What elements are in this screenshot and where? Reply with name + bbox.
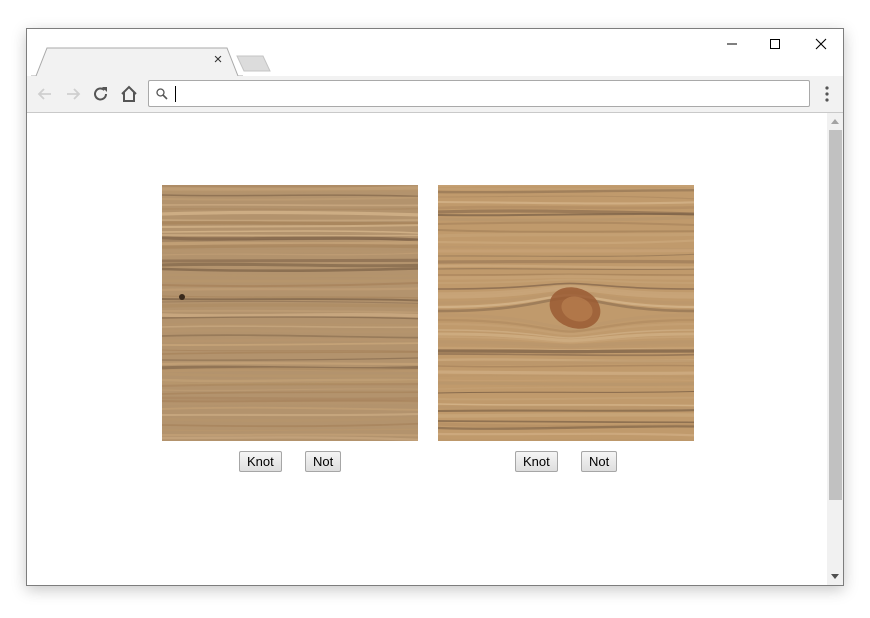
reload-icon — [94, 87, 107, 101]
wood-grain-line — [162, 338, 418, 343]
wood-grain-line — [438, 205, 694, 210]
wood-grain-line — [162, 186, 418, 191]
wood-grain-line — [162, 243, 418, 249]
wood-grain-line — [438, 405, 694, 411]
wood-grain-line — [162, 249, 418, 254]
vertical-scrollbar[interactable] — [827, 113, 843, 585]
wood-grain-line — [162, 273, 418, 278]
wood-grain-line — [162, 413, 418, 417]
panel-2-buttons: Knot Not — [438, 441, 694, 472]
forward-arrow-icon — [67, 88, 81, 100]
wood-grain-line — [162, 433, 418, 437]
close-icon — [815, 38, 827, 50]
wood-grain-line — [162, 258, 418, 263]
minimize-icon — [727, 43, 737, 45]
wood-image-2 — [438, 185, 694, 441]
close-window-button[interactable] — [806, 33, 836, 55]
search-icon — [156, 88, 168, 100]
back-arrow-icon — [37, 88, 51, 100]
minimize-button[interactable] — [717, 33, 747, 55]
wood-grain-line — [162, 401, 418, 406]
wood-grain-line — [438, 200, 694, 205]
wood-grain-line — [162, 278, 418, 283]
not-button-1[interactable]: Not — [305, 451, 342, 472]
not-button-2[interactable]: Not — [581, 451, 618, 472]
scrollbar-thumb[interactable] — [829, 130, 842, 500]
toolbar — [27, 76, 843, 113]
wood-grain-line — [162, 234, 418, 237]
forward-button[interactable] — [63, 84, 83, 104]
title-bar: × — [27, 29, 843, 77]
kebab-menu-icon — [825, 86, 829, 102]
home-icon — [121, 85, 137, 102]
wood-grain-line — [438, 259, 694, 264]
address-bar[interactable] — [148, 80, 810, 107]
wood-grain-line — [162, 219, 418, 222]
wood-grain-line — [162, 323, 418, 327]
maximize-icon — [770, 39, 780, 49]
tab-active[interactable]: × — [31, 47, 243, 77]
wood-grain-line — [162, 399, 418, 403]
scroll-up-arrow-icon[interactable] — [831, 119, 839, 124]
wood-grain-line — [438, 232, 694, 238]
panel-1-buttons: Knot Not — [162, 441, 418, 472]
wood-grain-line — [438, 381, 694, 386]
wood-image-1 — [162, 185, 418, 441]
tab-close-icon[interactable]: × — [211, 52, 225, 67]
reload-button[interactable] — [91, 84, 111, 104]
wood-dark-spot — [179, 294, 185, 300]
back-button[interactable] — [35, 84, 55, 104]
browser-window: × Knot Not Knot Not — [26, 28, 844, 586]
knot-button-2[interactable]: Knot — [515, 451, 558, 472]
wood-grain-line — [162, 303, 418, 308]
wood-grain-line — [438, 370, 694, 375]
image-panel-1: Knot Not — [162, 185, 418, 472]
wood-grain-line — [162, 203, 418, 207]
text-cursor — [175, 86, 176, 102]
wood-grain-line — [162, 378, 418, 383]
page-content: Knot Not Knot Not — [27, 113, 827, 585]
wood-grain-line — [162, 240, 418, 246]
new-tab-icon — [236, 55, 271, 72]
scroll-down-arrow-icon[interactable] — [831, 574, 839, 579]
home-button[interactable] — [119, 84, 139, 104]
wood-grain-line — [438, 409, 694, 413]
menu-button[interactable] — [822, 85, 832, 103]
address-input[interactable] — [174, 84, 794, 103]
wood-grain-line — [162, 367, 418, 373]
wood-grain-line — [162, 329, 418, 334]
new-tab-button[interactable] — [235, 55, 271, 73]
wood-grain-line — [438, 349, 694, 354]
wood-grain-line — [162, 185, 417, 189]
wood-grain-line — [162, 361, 418, 366]
maximize-button[interactable] — [760, 33, 790, 55]
wood-grain-line — [438, 274, 694, 280]
wood-grain-line — [438, 359, 694, 366]
wood-grain-line — [162, 207, 418, 211]
wood-grain-line — [162, 312, 418, 318]
wood-grain-line — [438, 412, 694, 418]
wood-grain-line — [162, 262, 418, 268]
image-panel-2: Knot Not — [438, 185, 694, 472]
wood-grain-line — [162, 396, 418, 401]
knot-button-1[interactable]: Knot — [239, 451, 282, 472]
wood-grain-line — [162, 287, 418, 292]
wood-grain-line — [162, 221, 418, 226]
